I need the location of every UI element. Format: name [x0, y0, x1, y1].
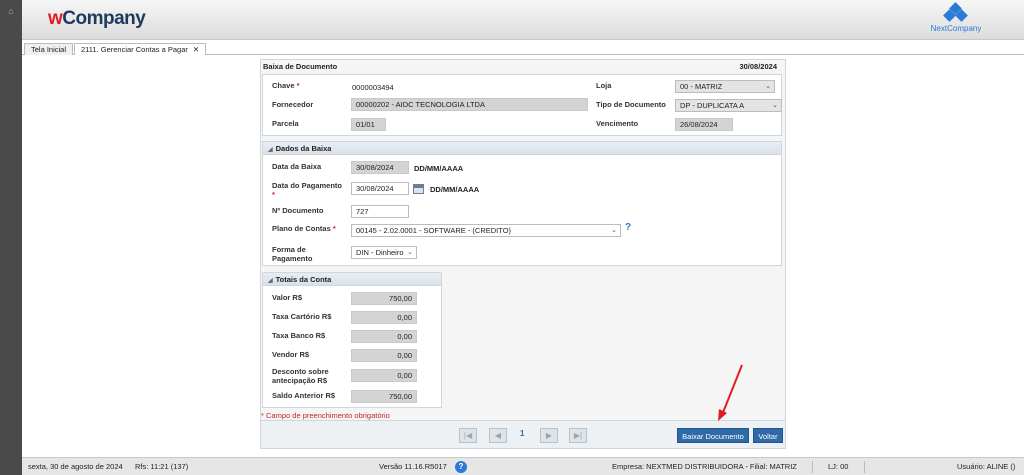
page-number: 1	[520, 429, 525, 438]
parcela-field: 01/01	[351, 118, 386, 131]
taxa-cartorio-field: 0,00	[351, 311, 417, 324]
dados-baixa-header[interactable]: ◢ Dados da Baixa	[263, 142, 781, 155]
chave-label: Chave *	[272, 81, 300, 90]
required-note: * Campo de preenchimento obrigatório	[261, 411, 390, 420]
chevron-down-icon: ⌄	[772, 102, 778, 109]
tab-tela-inicial[interactable]: Tela Inicial	[24, 43, 74, 55]
vencimento-label: Vencimento	[596, 119, 639, 128]
desconto-field: 0,00	[351, 369, 417, 382]
num-documento-input[interactable]: 727	[351, 205, 409, 218]
close-tab-icon[interactable]: ✕	[193, 45, 199, 54]
tab-gerenciar-contas[interactable]: 2111. Gerenciar Contas a Pagar ✕	[74, 43, 207, 55]
forma-pagamento-select[interactable]: DIN - Dinheiro ⌄	[351, 246, 417, 259]
version-help-icon[interactable]: ?	[455, 461, 467, 473]
status-empresa: Empresa: NEXTMED DISTRIBUIDORA - Filial:…	[612, 462, 797, 471]
pager-bar: |◀ ◀ 1 ▶ ▶| Baixar Documento Voltar	[261, 420, 785, 448]
last-page-button[interactable]: ▶|	[569, 428, 587, 443]
data-baixa-label: Data da Baixa	[272, 162, 322, 171]
data-pagamento-input[interactable]: 30/08/2024	[351, 182, 409, 195]
red-arrow-annotation	[718, 364, 743, 421]
voltar-button[interactable]: Voltar	[753, 428, 783, 443]
home-icon[interactable]: ⌂	[6, 6, 16, 16]
status-usuario: Usuário: ALINE ()	[957, 462, 1016, 471]
forma-pagamento-label-2: Pagamento	[272, 254, 313, 263]
loja-label: Loja	[596, 81, 612, 90]
next-page-button[interactable]: ▶	[540, 428, 558, 443]
nextcompany-logo: NextCompany	[926, 2, 986, 36]
vendor-field: 0,00	[351, 349, 417, 362]
valor-label: Valor R$	[272, 293, 303, 302]
plano-contas-select[interactable]: 00145 - 2.02.0001 - SOFTWARE - (CREDITO)…	[351, 224, 621, 237]
chevron-down-icon: ⌄	[407, 249, 413, 256]
chevron-down-icon: ⌄	[765, 83, 771, 90]
left-rail: ⌂	[0, 0, 22, 475]
collapse-triangle-icon: ◢	[268, 278, 273, 284]
desconto-label-2: antecipação R$	[272, 376, 328, 385]
required-star: *	[272, 190, 275, 199]
first-page-button[interactable]: |◀	[459, 428, 477, 443]
chevron-down-icon: ⌄	[611, 227, 617, 234]
status-date: sexta, 30 de agosto de 2024	[28, 462, 123, 471]
status-bar: sexta, 30 de agosto de 2024 Rfs: 11:21 (…	[22, 457, 1024, 475]
fornecedor-label: Fornecedor	[272, 100, 314, 109]
date-format-hint: DD/MM/AAAA	[414, 164, 464, 173]
tipo-documento-select[interactable]: DP - DUPLICATA A ⌄	[675, 99, 782, 112]
desconto-label: Desconto sobre	[272, 367, 329, 376]
app-header: wCompany NextCompany	[22, 0, 1024, 40]
data-baixa-field: 30/08/2024	[351, 161, 409, 174]
header-date: 30/08/2024	[739, 62, 777, 71]
forma-pagamento-label: Forma de	[272, 245, 306, 254]
data-pagamento-label: Data do Pagamento	[272, 181, 343, 190]
page-title: Baixa de Documento	[263, 62, 338, 71]
status-lj: LJ: 00	[828, 462, 849, 471]
baixar-documento-button[interactable]: Baixar Documento	[677, 428, 749, 443]
valor-field: 750,00	[351, 292, 417, 305]
taxa-banco-field: 0,00	[351, 330, 417, 343]
saldo-anterior-label: Saldo Anterior R$	[272, 391, 336, 400]
parcela-label: Parcela	[272, 119, 299, 128]
plano-contas-label: Plano de Contas *	[272, 224, 336, 233]
baixa-panel: Baixa de Documento 30/08/2024 Chave * 00…	[260, 59, 786, 449]
prev-page-button[interactable]: ◀	[489, 428, 507, 443]
chave-value: 0000003494	[352, 83, 394, 92]
taxa-banco-label: Taxa Banco R$	[272, 331, 326, 340]
date-format-hint: DD/MM/AAAA	[430, 185, 480, 194]
tab-bar: Tela Inicial 2111. Gerenciar Contas a Pa…	[22, 41, 1024, 55]
loja-select[interactable]: 00 - MATRIZ ⌄	[675, 80, 775, 93]
saldo-anterior-field: 750,00	[351, 390, 417, 403]
nextcompany-diamonds-icon	[941, 2, 971, 22]
fornecedor-field: 00000202 - AIDC TECNOLOGIA LTDA	[351, 98, 588, 111]
status-version: Versão 11.16.R5017	[379, 462, 447, 471]
calendar-icon[interactable]	[413, 184, 424, 194]
totais-section: ◢ Totais da Conta Valor R$ 750,00 Taxa Ca…	[262, 272, 442, 408]
vencimento-field: 26/08/2024	[675, 118, 733, 131]
collapse-triangle-icon: ◢	[268, 147, 273, 153]
totais-header[interactable]: ◢ Totais da Conta	[263, 273, 441, 286]
taxa-cartorio-label: Taxa Cartório R$	[272, 312, 332, 321]
status-rfs: Rfs: 11:21 (137)	[135, 462, 189, 471]
document-box: Chave * 0000003494 Fornecedor 00000202 -…	[262, 74, 782, 136]
dados-baixa-section: ◢ Dados da Baixa Data da Baixa 30/08/2024…	[262, 141, 782, 266]
vendor-label: Vendor R$	[272, 350, 310, 359]
tipo-documento-label: Tipo de Documento	[596, 100, 666, 109]
help-icon[interactable]: ?	[625, 222, 631, 233]
wcompany-logo: wCompany	[48, 8, 146, 29]
num-documento-label: Nº Documento	[272, 206, 324, 215]
